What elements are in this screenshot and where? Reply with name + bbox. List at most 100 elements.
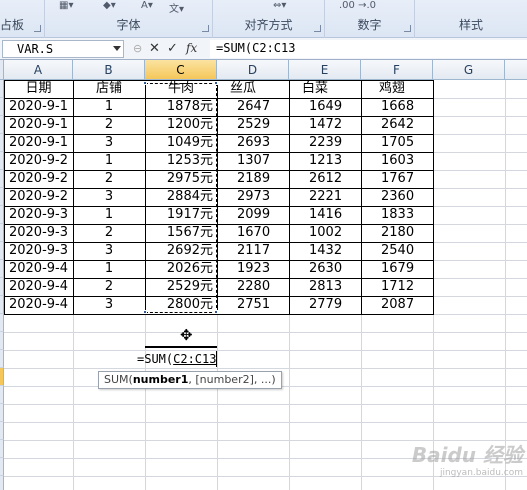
column-header-h[interactable] (505, 60, 527, 80)
cell-e7[interactable]: 2221 (289, 188, 361, 206)
font-color-icon[interactable]: A▾ (141, 0, 153, 11)
cell-d11[interactable]: 1923 (217, 260, 289, 278)
column-header-g[interactable]: G (433, 60, 505, 80)
cell-d7[interactable]: 2973 (217, 188, 289, 206)
cell-e13[interactable]: 2779 (289, 296, 361, 314)
cell-b5[interactable]: 1 (73, 152, 145, 170)
range-handle[interactable] (214, 310, 218, 314)
cell-b13[interactable]: 3 (73, 296, 145, 314)
cell-f9[interactable]: 2180 (361, 224, 433, 242)
cell-b4[interactable]: 3 (73, 134, 145, 152)
cell-d5[interactable]: 1307 (217, 152, 289, 170)
cancel-icon[interactable]: ✕ (149, 41, 160, 56)
cell-b1[interactable]: 店铺 (73, 80, 145, 98)
tooltip-arg1[interactable]: number1 (133, 373, 189, 386)
cell-a4[interactable]: 2020-9-1 (4, 134, 73, 152)
row-header[interactable] (0, 440, 4, 458)
cell-d2[interactable]: 2647 (217, 98, 289, 116)
cell-d9[interactable]: 1670 (217, 224, 289, 242)
cell-d12[interactable]: 2280 (217, 278, 289, 296)
cell-e12[interactable]: 2813 (289, 278, 361, 296)
cell-e9[interactable]: 1002 (289, 224, 361, 242)
cell-b2[interactable]: 1 (73, 98, 145, 116)
row-header[interactable] (0, 404, 4, 422)
cell-f2[interactable]: 1668 (361, 98, 433, 116)
column-header-d[interactable]: D (217, 60, 289, 80)
cell-f6[interactable]: 1767 (361, 170, 433, 188)
dialog-launcher-icon[interactable] (404, 25, 411, 32)
cell-f13[interactable]: 2087 (361, 296, 433, 314)
cell-f4[interactable]: 1705 (361, 134, 433, 152)
cell-e3[interactable]: 1472 (289, 116, 361, 134)
name-box[interactable]: VAR.S (2, 40, 124, 58)
column-header-e[interactable]: E (289, 60, 361, 80)
cell-b10[interactable]: 3 (73, 242, 145, 260)
function-tooltip[interactable]: SUM(number1, [number2], ...) (98, 371, 282, 389)
cell-d1[interactable]: 丝瓜 (217, 80, 289, 98)
cell-a2[interactable]: 2020-9-1 (4, 98, 73, 116)
row-header[interactable] (0, 368, 4, 386)
border-icon[interactable]: ▦▾ (59, 0, 73, 11)
formula-input[interactable]: =SUM(C2:C13 (210, 40, 527, 58)
fill-color-icon[interactable]: ◆▾ (103, 0, 116, 11)
cell-a9[interactable]: 2020-9-3 (4, 224, 73, 242)
cell-f7[interactable]: 2360 (361, 188, 433, 206)
cell-d6[interactable]: 2189 (217, 170, 289, 188)
cell-e4[interactable]: 2239 (289, 134, 361, 152)
cell-b9[interactable]: 2 (73, 224, 145, 242)
column-header-c[interactable]: C (145, 60, 217, 80)
cell-f12[interactable]: 1712 (361, 278, 433, 296)
cell-f5[interactable]: 1603 (361, 152, 433, 170)
cell-a11[interactable]: 2020-9-4 (4, 260, 73, 278)
cell-a1[interactable]: 日期 (4, 80, 73, 98)
cell-e6[interactable]: 2612 (289, 170, 361, 188)
phonetic-icon[interactable]: 文▾ (169, 0, 184, 15)
cell-e1[interactable]: 白菜 (289, 80, 361, 98)
dialog-launcher-icon[interactable] (202, 25, 209, 32)
cell-a3[interactable]: 2020-9-1 (4, 116, 73, 134)
row-header[interactable] (0, 332, 4, 350)
range-handle[interactable] (214, 81, 218, 85)
cell-a6[interactable]: 2020-9-2 (4, 170, 73, 188)
cell-f11[interactable]: 1679 (361, 260, 433, 278)
merge-center-icon[interactable]: ⇔▾ (273, 0, 286, 11)
cell-b3[interactable]: 2 (73, 116, 145, 134)
cell-d10[interactable]: 2117 (217, 242, 289, 260)
decimal-icons[interactable]: .00 →.0 (339, 0, 376, 11)
row-header[interactable] (0, 476, 4, 490)
cell-f3[interactable]: 2642 (361, 116, 433, 134)
column-header-b[interactable]: B (73, 60, 145, 80)
cell-b6[interactable]: 2 (73, 170, 145, 188)
row-header[interactable] (0, 386, 4, 404)
row-header[interactable] (0, 314, 4, 332)
dialog-launcher-icon[interactable] (34, 25, 41, 32)
row-header[interactable] (0, 458, 4, 476)
cell-a5[interactable]: 2020-9-2 (4, 152, 73, 170)
cell-a12[interactable]: 2020-9-4 (4, 278, 73, 296)
cell-f1[interactable]: 鸡翅 (361, 80, 433, 98)
cell-b11[interactable]: 1 (73, 260, 145, 278)
dialog-launcher-icon[interactable] (314, 25, 321, 32)
cell-f10[interactable]: 2540 (361, 242, 433, 260)
chevron-down-icon[interactable] (113, 46, 121, 51)
cell-e10[interactable]: 1432 (289, 242, 361, 260)
cell-e5[interactable]: 1213 (289, 152, 361, 170)
cell-b12[interactable]: 2 (73, 278, 145, 296)
range-handle[interactable] (143, 81, 147, 85)
cell-d8[interactable]: 2099 (217, 206, 289, 224)
insert-function-icon[interactable]: fx (186, 41, 197, 55)
cell-e2[interactable]: 1649 (289, 98, 361, 116)
cell-d13[interactable]: 2751 (217, 296, 289, 314)
enter-icon[interactable]: ✓ (167, 41, 178, 56)
cell-a7[interactable]: 2020-9-2 (4, 188, 73, 206)
cell-a13[interactable]: 2020-9-4 (4, 296, 73, 314)
row-header[interactable] (0, 350, 4, 368)
cell-f8[interactable]: 1833 (361, 206, 433, 224)
range-handle[interactable] (143, 310, 147, 314)
cell-b7[interactable]: 3 (73, 188, 145, 206)
cell-d4[interactable]: 2693 (217, 134, 289, 152)
row-header[interactable] (0, 422, 4, 440)
cell-b8[interactable]: 1 (73, 206, 145, 224)
cell-a8[interactable]: 2020-9-3 (4, 206, 73, 224)
in-cell-formula[interactable]: =SUM(C2:C13 (137, 350, 216, 368)
